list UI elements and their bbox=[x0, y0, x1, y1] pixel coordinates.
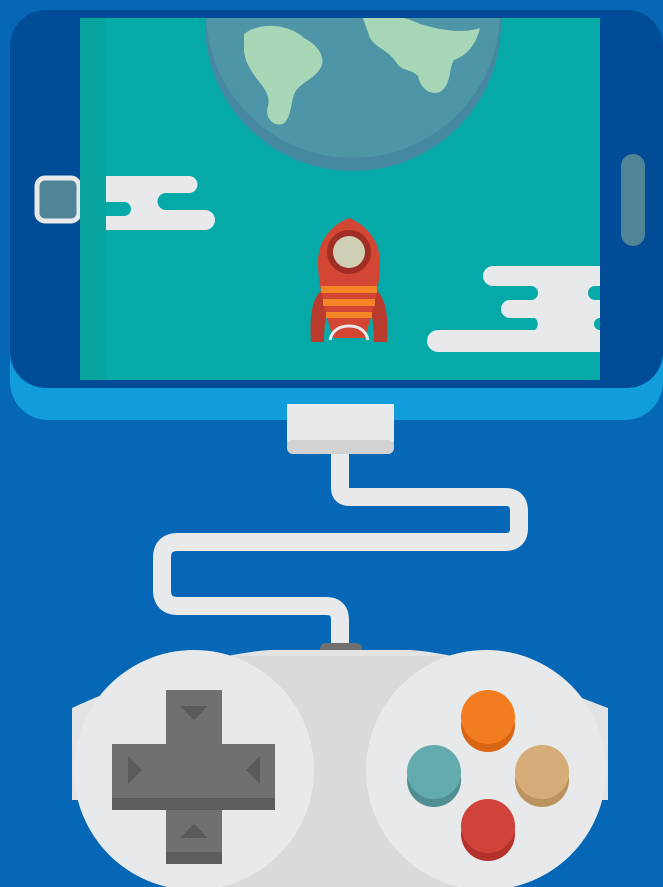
button-right bbox=[515, 745, 569, 807]
button-left bbox=[407, 745, 461, 807]
illustration-canvas bbox=[0, 0, 663, 887]
rocket-window bbox=[333, 236, 365, 268]
home-button bbox=[34, 175, 82, 224]
gamepad-icon bbox=[72, 650, 608, 887]
rocket-stripe bbox=[321, 286, 377, 293]
mobile-gaming-illustration bbox=[0, 0, 663, 887]
dpad-shadow bbox=[112, 798, 275, 810]
dpad-shadow bbox=[166, 852, 222, 864]
rocket-stripe bbox=[326, 312, 372, 318]
rocket-stripe bbox=[323, 299, 375, 306]
screen-edge bbox=[80, 18, 106, 380]
button-top bbox=[461, 690, 515, 752]
button-bottom bbox=[461, 799, 515, 861]
smartphone-icon bbox=[10, 10, 663, 420]
usb-connector-shade bbox=[287, 440, 394, 454]
side-speaker bbox=[621, 154, 645, 246]
